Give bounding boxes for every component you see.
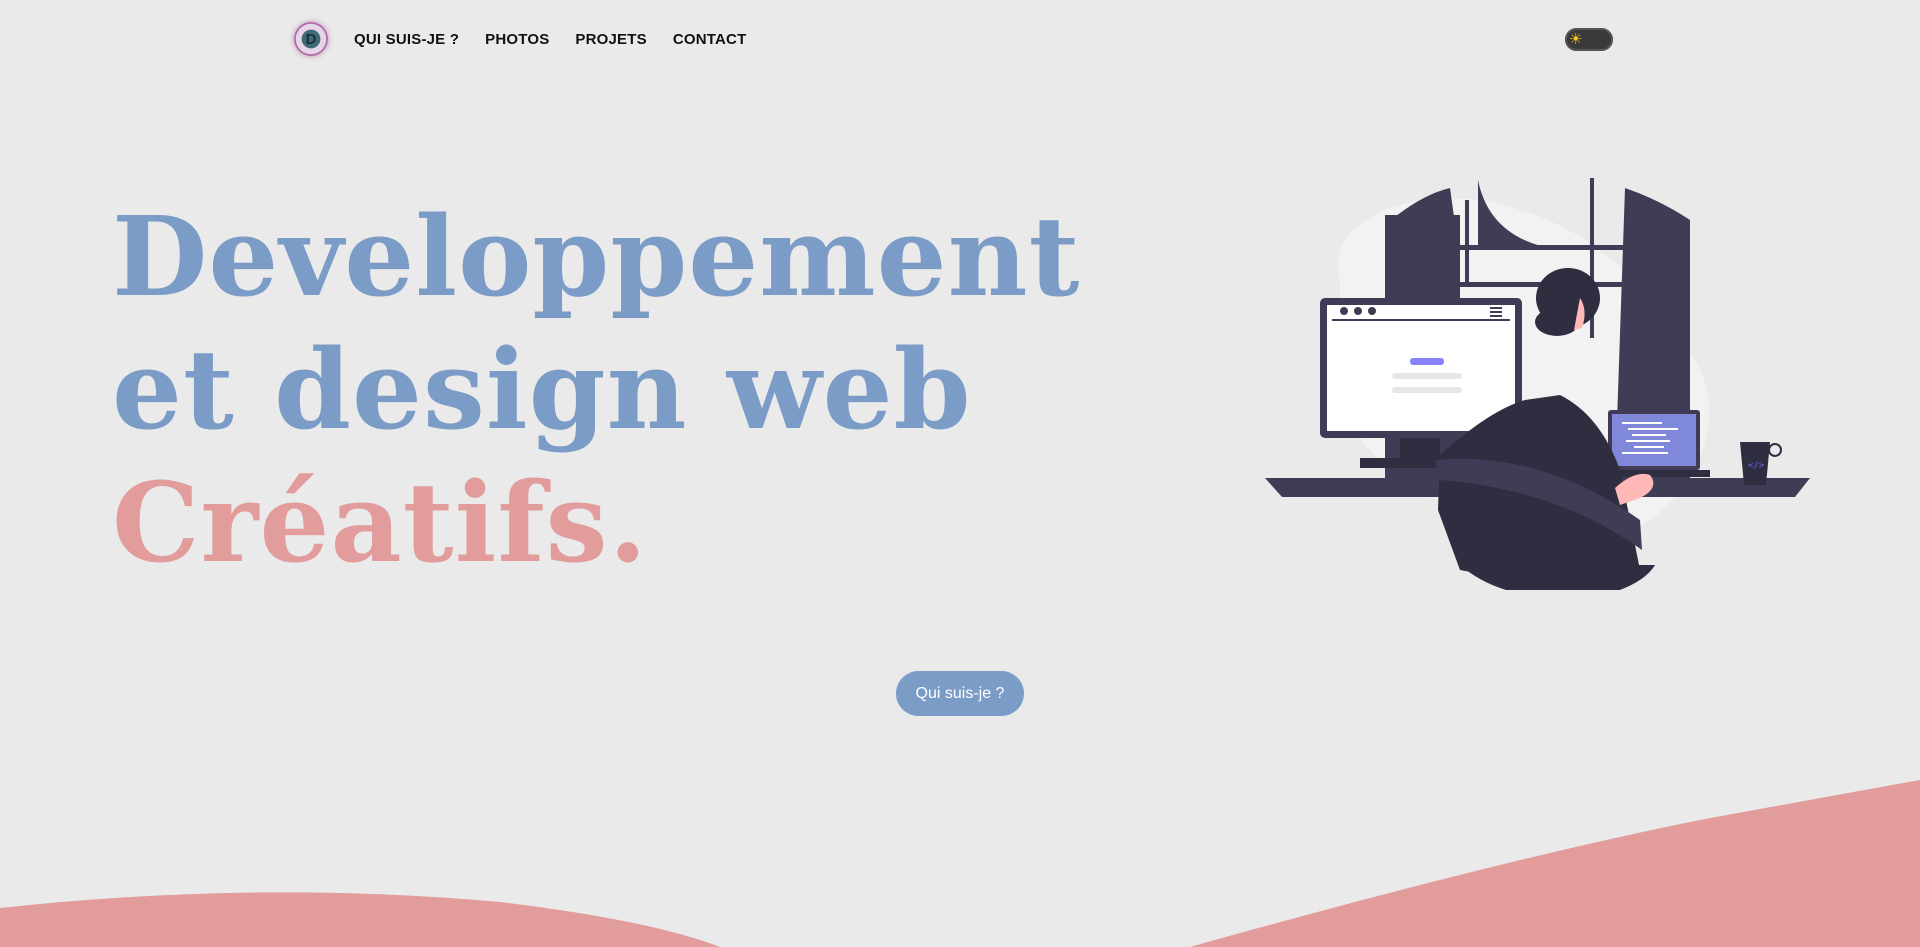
hero-line-2: et design web (112, 325, 972, 454)
sun-icon: ☀ (1569, 31, 1583, 48)
hero-line-1: Developpement (112, 192, 1081, 321)
developer-illustration: </> (1265, 178, 1810, 590)
qui-suis-je-button[interactable]: Qui suis-je ? (896, 671, 1024, 716)
hero-heading: Developpement et design web Créatifs. (112, 190, 1080, 589)
nav-link-photos[interactable]: PHOTOS (485, 31, 549, 48)
nav-link-projets[interactable]: PROJETS (575, 31, 646, 48)
svg-text:</>: </> (1748, 461, 1765, 471)
main-nav: D QUI SUIS-JE ? PHOTOS PROJETS CONTACT (294, 18, 746, 60)
nav-link-qui-suis-je[interactable]: QUI SUIS-JE ? (354, 31, 459, 48)
site-logo[interactable]: D (294, 22, 328, 56)
theme-toggle[interactable]: ☀ (1565, 28, 1613, 51)
hero-line-3: Créatifs. (112, 458, 648, 587)
bottom-wave (0, 780, 1920, 947)
nav-link-contact[interactable]: CONTACT (673, 31, 747, 48)
